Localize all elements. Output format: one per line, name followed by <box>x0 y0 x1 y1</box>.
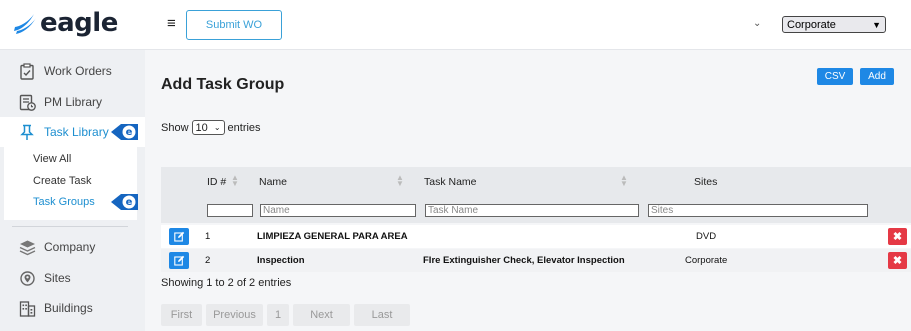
column-header-sites[interactable]: Sites <box>694 176 717 188</box>
sidebar-item-label: PM Library <box>44 95 103 109</box>
sidebar-item-label: Sites <box>44 271 71 285</box>
sidebar-item-label: Work Orders <box>44 64 112 78</box>
cell-name: LIMPIEZA GENERAL PARA AREA <box>257 231 408 242</box>
pagination-first[interactable]: First <box>161 304 202 326</box>
csv-button[interactable]: CSV <box>817 68 853 85</box>
delete-button[interactable]: ✖ <box>888 252 907 269</box>
add-button[interactable]: Add <box>860 68 894 85</box>
delete-button[interactable]: ✖ <box>888 228 907 245</box>
cell-id: 2 <box>205 255 211 266</box>
logo-text: eagle <box>40 8 118 38</box>
site-select-value: Corporate <box>787 18 836 31</box>
sidebar-item-pm-library[interactable]: PM Library <box>0 87 145 117</box>
column-header-id[interactable]: ID # <box>207 176 226 188</box>
sidebar-item-label: Task Library <box>44 125 109 139</box>
edit-icon <box>173 255 184 266</box>
cell-task-name: FIre Extinguisher Check, Elevator Inspec… <box>423 255 625 266</box>
table-row: 1 LIMPIEZA GENERAL PARA AREA DVD ✖ <box>161 225 911 248</box>
page-length-control: Show 10 ⌄ entries <box>161 120 261 135</box>
sort-icon[interactable]: ▲ ▼ <box>620 174 628 188</box>
sidebar: Work Orders PM Library Task Library e Vi… <box>0 50 145 331</box>
entries-label: entries <box>227 121 261 134</box>
sidebar-item-label: Company <box>44 240 96 254</box>
e-badge-icon: e <box>111 124 138 140</box>
layers-icon <box>18 238 36 256</box>
id-filter-input[interactable] <box>207 204 253 217</box>
chevron-down-icon[interactable]: ⌄ <box>753 18 761 29</box>
site-select[interactable]: Corporate ▼ <box>782 16 886 33</box>
sidebar-item-label: Buildings <box>44 301 93 315</box>
pagination-last[interactable]: Last <box>354 304 410 326</box>
cell-sites: Corporate <box>685 255 728 266</box>
column-header-name[interactable]: Name <box>259 176 287 188</box>
sidebar-item-work-orders[interactable]: Work Orders <box>0 56 145 86</box>
page-length-value: 10 <box>195 121 208 134</box>
cell-name: Inspection <box>257 255 305 266</box>
eagle-wing-icon <box>14 14 36 34</box>
svg-text:e: e <box>126 197 133 208</box>
show-label: Show <box>161 121 189 134</box>
edit-icon <box>173 231 184 242</box>
sidebar-divider <box>12 226 128 227</box>
edit-button[interactable] <box>169 252 189 269</box>
sidebar-item-sites[interactable]: Sites <box>0 263 145 293</box>
table-row: 2 Inspection FIre Extinguisher Check, El… <box>161 249 911 272</box>
eagle-logo[interactable]: eagle <box>12 8 118 38</box>
page-length-select[interactable]: 10 ⌄ <box>191 120 225 135</box>
sort-icon[interactable]: ▲ ▼ <box>231 174 239 188</box>
pin-icon <box>18 123 36 141</box>
name-filter-input[interactable]: Name <box>260 204 416 217</box>
submenu-create-task[interactable]: Create Task <box>33 175 92 187</box>
submenu-task-groups[interactable]: Task Groups <box>33 196 95 208</box>
submit-wo-button[interactable]: Submit WO <box>186 10 282 40</box>
sidebar-item-company[interactable]: Company <box>0 232 145 262</box>
svg-text:e: e <box>126 127 133 138</box>
table-header: ID # ▲ ▼ Name ▲ ▼ Task Name ▲ ▼ Sites Name … <box>161 167 911 223</box>
pagination-page-1[interactable]: 1 <box>267 304 289 326</box>
sites-filter-input[interactable]: Sites <box>648 204 868 217</box>
sidebar-item-task-library[interactable]: Task Library e <box>0 117 145 147</box>
close-icon: ✖ <box>892 255 903 267</box>
table-info: Showing 1 to 2 of 2 entries <box>161 277 292 289</box>
sidebar-item-buildings[interactable]: Buildings <box>0 293 145 323</box>
edit-button[interactable] <box>169 228 189 245</box>
pagination-next[interactable]: Next <box>293 304 350 326</box>
close-icon: ✖ <box>892 231 903 243</box>
submenu-view-all[interactable]: View All <box>33 153 71 165</box>
e-badge-icon: e <box>111 194 138 210</box>
select-caret-icon: ▼ <box>872 19 881 30</box>
hamburger-icon[interactable]: ≡ <box>167 16 176 32</box>
cell-sites: DVD <box>696 231 717 242</box>
clipboard-check-icon <box>18 62 36 80</box>
sort-icon[interactable]: ▲ ▼ <box>396 174 404 188</box>
top-bar: eagle ≡ Submit WO ⌄ Corporate ▼ <box>0 0 911 50</box>
page-title: Add Task Group <box>161 76 285 93</box>
location-target-icon <box>18 269 36 287</box>
document-clock-icon <box>18 93 36 111</box>
cell-id: 1 <box>205 231 211 242</box>
building-icon <box>18 299 36 317</box>
chevron-down-icon: ⌄ <box>213 123 221 132</box>
task-library-submenu: View All Create Task Task Groups e <box>4 146 138 220</box>
task-name-filter-input[interactable]: Task Name <box>425 204 639 217</box>
pagination-previous[interactable]: Previous <box>206 304 263 326</box>
column-header-task-name[interactable]: Task Name <box>424 176 477 188</box>
